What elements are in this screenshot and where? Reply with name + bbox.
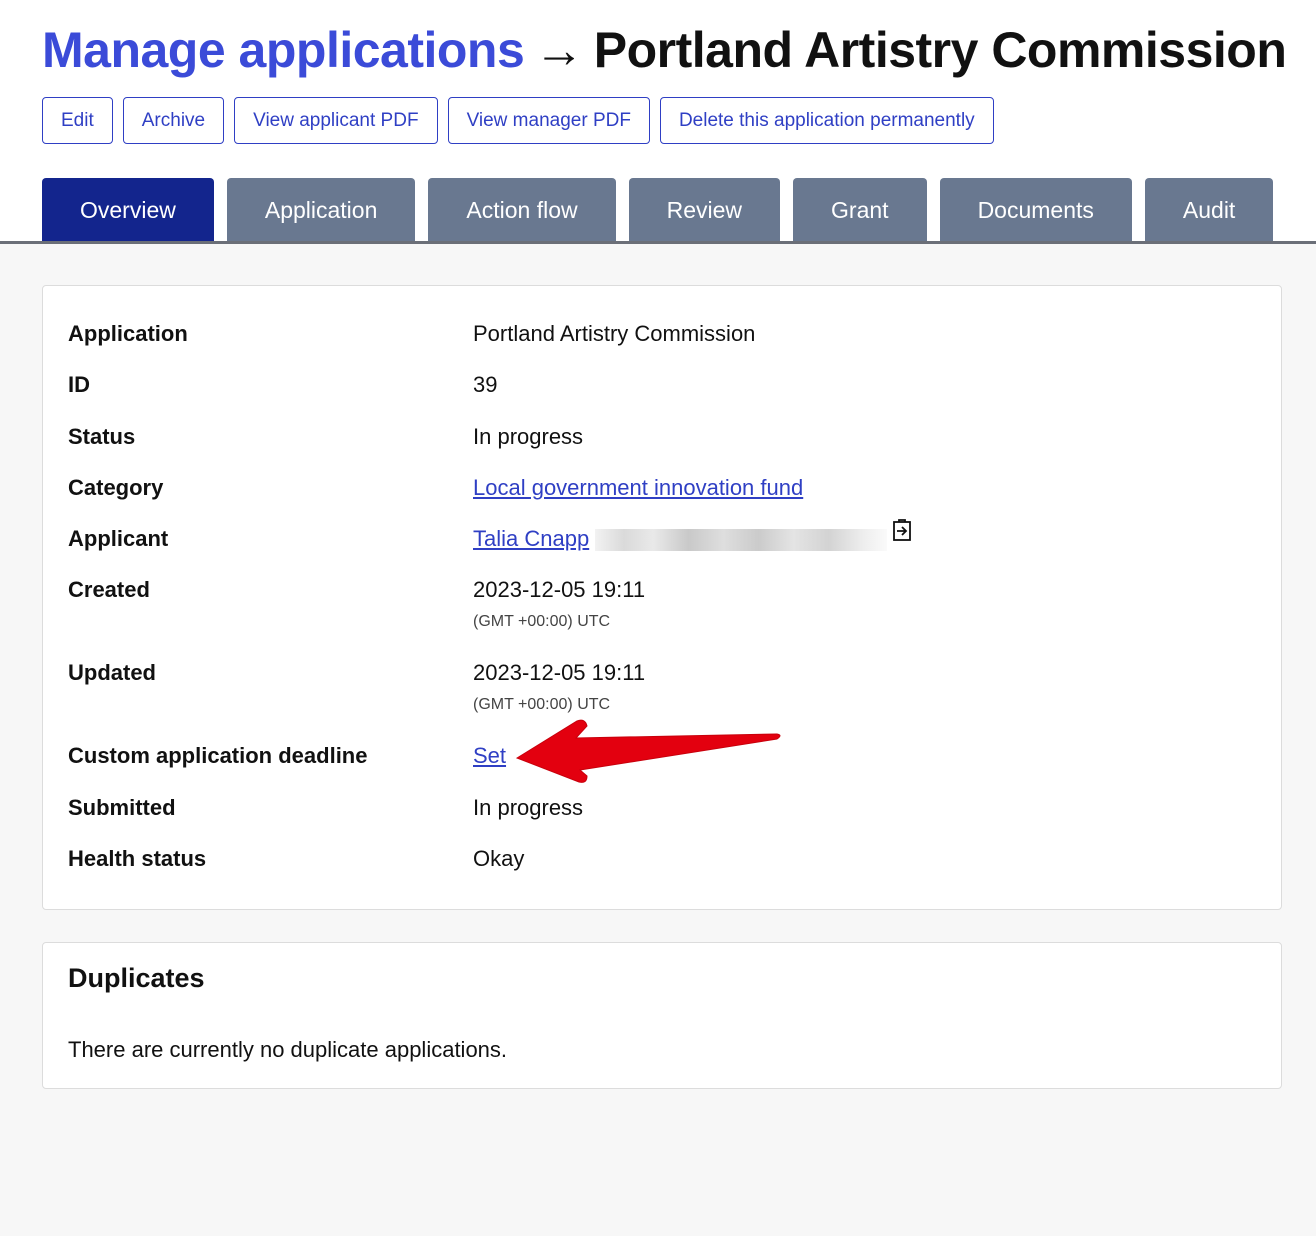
applicant-link[interactable]: Talia Cnapp — [473, 526, 589, 551]
page-title: Manage applications → Portland Artistry Co… — [42, 20, 1287, 80]
tab-action-flow[interactable]: Action flow — [428, 178, 616, 242]
set-deadline-link[interactable]: Set — [473, 743, 506, 768]
label-status: Status — [68, 424, 136, 449]
tab-application[interactable]: Application — [226, 178, 416, 242]
label-updated: Updated — [68, 660, 156, 685]
value-created: 2023-12-05 19:11 — [473, 577, 646, 602]
tab-overview[interactable]: Overview — [42, 178, 214, 242]
view-manager-pdf-button[interactable]: View manager PDF — [447, 97, 650, 144]
value-id: 39 — [473, 372, 498, 397]
tab-review[interactable]: Review — [628, 178, 781, 242]
tab-documents[interactable]: Documents — [939, 178, 1132, 242]
category-link[interactable]: Local government innovation fund — [473, 475, 803, 500]
updated-timezone: (GMT +00:00) UTC — [473, 696, 611, 713]
value-applicant-wrap: Talia Cnapp — [473, 519, 915, 554]
tab-bar: Overview Application Action flow Review … — [42, 178, 1274, 242]
redacted-email — [595, 529, 888, 552]
export-icon[interactable] — [891, 519, 915, 551]
value-updated: 2023-12-05 19:11 — [473, 660, 646, 685]
value-application: Portland Artistry Commission — [473, 321, 756, 346]
breadcrumb-separator: → — [534, 22, 584, 78]
delete-application-button[interactable]: Delete this application permanently — [659, 97, 994, 144]
tab-audit[interactable]: Audit — [1144, 178, 1274, 242]
value-submitted: In progress — [473, 795, 584, 820]
duplicates-message: There are currently no duplicate applica… — [68, 1037, 508, 1062]
value-status: In progress — [473, 424, 584, 449]
label-created: Created — [68, 577, 150, 602]
action-bar: Edit Archive View applicant PDF View man… — [42, 97, 994, 144]
label-health: Health status — [68, 846, 207, 871]
archive-button[interactable]: Archive — [122, 97, 225, 144]
created-timezone: (GMT +00:00) UTC — [473, 613, 611, 630]
label-category: Category — [68, 475, 164, 500]
breadcrumb-manage-applications[interactable]: Manage applications — [42, 22, 525, 78]
label-applicant: Applicant — [68, 526, 169, 551]
view-applicant-pdf-button[interactable]: View applicant PDF — [234, 97, 438, 144]
duplicates-title: Duplicates — [68, 963, 205, 993]
red-arrow-annotation — [515, 719, 781, 783]
value-category-wrap: Local government innovation fund — [473, 473, 803, 503]
label-submitted: Submitted — [68, 795, 176, 820]
label-deadline: Custom application deadline — [68, 743, 368, 768]
value-created-wrap: 2023-12-05 19:11 (GMT +00:00) UTC — [473, 575, 645, 632]
value-updated-wrap: 2023-12-05 19:11 (GMT +00:00) UTC — [473, 658, 645, 715]
label-application: Application — [68, 321, 188, 346]
tab-grant[interactable]: Grant — [793, 178, 927, 242]
breadcrumb-current: Portland Artistry Commission — [593, 22, 1287, 78]
label-id: ID — [68, 372, 90, 397]
value-health: Okay — [473, 846, 525, 871]
overview-card: Application Portland Artistry Commission… — [42, 285, 1282, 910]
page-header: Manage applications → Portland Artistry Co… — [0, 0, 1316, 244]
duplicates-card: Duplicates There are currently no duplic… — [42, 942, 1282, 1089]
value-deadline-wrap: Set — [473, 741, 506, 771]
edit-button[interactable]: Edit — [42, 97, 113, 144]
